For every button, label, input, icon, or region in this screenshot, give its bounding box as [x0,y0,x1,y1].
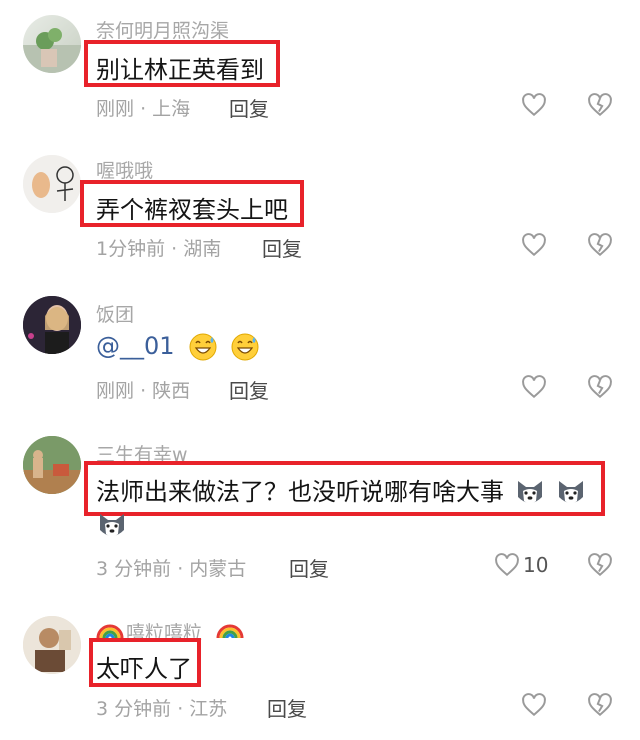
broken-heart-icon[interactable] [587,552,613,578]
reply-button[interactable]: 回复 [289,553,329,582]
reply-button[interactable]: 回复 [267,693,307,722]
heart-outline-icon[interactable] [521,232,547,258]
comment-item: 喔哦哦 弄个裤衩套头上吧 1分钟前 · 湖南 回复 [0,140,640,280]
comment-item: 三生有幸w 法师出来做法了？也没听说哪有啥大事 3 分钟前 · 内蒙古 回复 1… [0,420,640,600]
username[interactable]: 饭团 [96,300,134,327]
location: 内蒙古 [189,558,247,580]
separator: · [177,698,184,720]
husky-dog-emoji [517,481,542,504]
timestamp: 刚刚 [96,98,135,120]
grinning-sweat-emoji [189,333,217,361]
comment-item: 嘻粒嘻粒 太吓人了 3 分钟前 · 江苏 回复 [0,600,640,740]
comment-meta: 3 分钟前 · 内蒙古 [96,554,246,581]
comment-meta: 1分钟前 · 湖南 [96,234,221,261]
separator: · [177,558,184,580]
avatar-image [23,296,81,354]
reply-button[interactable]: 回复 [262,233,302,262]
husky-dog-emoji [100,514,124,537]
comment-text: 法师出来做法了？也没听说哪有啥大事 [96,472,587,509]
avatar[interactable] [23,15,81,73]
comment-text: 别让林正英看到 [96,56,264,84]
heart-outline-icon[interactable] [521,692,547,718]
separator: · [140,98,147,120]
broken-heart-icon[interactable] [587,92,613,118]
location: 江苏 [189,698,228,720]
heart-outline-icon[interactable] [521,374,547,400]
comment-item: 饭团 @__01 刚刚 · 陕西 回复 [0,280,640,420]
avatar-image [23,616,81,674]
timestamp: 1分钟前 [96,238,166,260]
comment-meta: 刚刚 · 上海 [96,94,190,121]
comment-text: 太吓人了 [96,655,192,683]
timestamp: 刚刚 [96,380,135,402]
location: 湖南 [183,238,222,260]
avatar[interactable] [23,155,81,213]
timestamp: 3 分钟前 [96,698,172,720]
broken-heart-icon[interactable] [587,232,613,258]
comment-item: 奈何明月照沟渠 别让林正英看到 刚刚 · 上海 回复 [0,0,640,140]
user-mention[interactable]: @__01 [96,332,175,360]
comment-text: @__01 [96,332,260,362]
username[interactable]: 喔哦哦 [96,156,153,183]
rainbow-emoji [216,624,244,639]
separator: · [171,238,178,260]
avatar-image [23,155,81,213]
avatar[interactable] [23,616,81,674]
location: 上海 [152,98,191,120]
avatar[interactable] [23,436,81,494]
separator: · [140,380,147,402]
like-count: 10 [523,553,549,577]
heart-outline-icon[interactable] [521,92,547,118]
grinning-sweat-emoji [231,333,259,361]
location: 陕西 [152,380,191,402]
comment-meta: 刚刚 · 陕西 [96,376,190,403]
timestamp: 3 分钟前 [96,558,172,580]
avatar-image [23,436,81,494]
broken-heart-icon[interactable] [587,692,613,718]
comment-meta: 3 分钟前 · 江苏 [96,694,227,721]
reply-button[interactable]: 回复 [229,375,269,404]
husky-dog-emoji [559,481,584,504]
avatar-image [23,28,81,73]
comment-text: 弄个裤衩套头上吧 [96,196,288,224]
rainbow-emoji [96,624,124,639]
reply-button[interactable]: 回复 [229,93,269,122]
avatar[interactable] [23,296,81,354]
heart-outline-icon[interactable] [494,552,520,578]
broken-heart-icon[interactable] [587,374,613,400]
username[interactable]: 奈何明月照沟渠 [96,16,229,43]
